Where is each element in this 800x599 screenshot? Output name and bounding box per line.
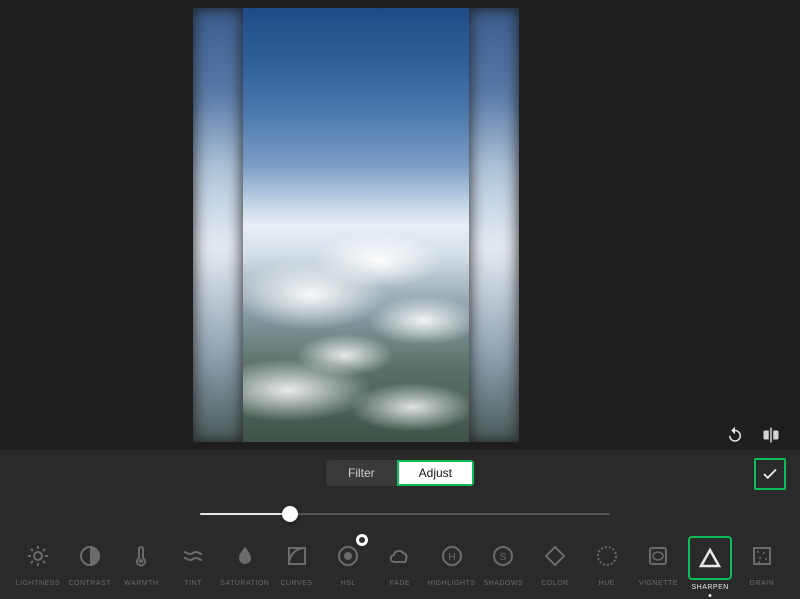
svg-text:H: H	[448, 552, 455, 563]
sun-icon	[26, 544, 50, 568]
canvas-area	[0, 8, 800, 442]
premium-badge	[356, 534, 368, 546]
adjust-label: COLOR	[541, 580, 568, 587]
waves-icon-box	[173, 536, 213, 576]
adjust-saturation[interactable]: SATURATION	[221, 536, 269, 591]
adjust-curves[interactable]: CURVES	[273, 536, 321, 591]
adjust-lightness[interactable]: LIGHTNESS	[14, 536, 62, 591]
adjust-label: SATURATION	[220, 580, 269, 587]
highlights-icon-box: H	[432, 536, 472, 576]
drop-icon-box	[225, 536, 265, 576]
adjust-warmth[interactable]: WARMTH	[117, 536, 165, 591]
diamond-icon	[543, 544, 567, 568]
adjust-sharpen[interactable]: SHARPEN	[686, 536, 734, 591]
adjust-label: HIGHLIGHTS	[428, 580, 476, 587]
adjust-label: FADE	[390, 580, 410, 587]
adjust-label: TINT	[184, 580, 202, 587]
adjust-label: LIGHTNESS	[16, 580, 60, 587]
adjust-tint[interactable]: TINT	[169, 536, 217, 591]
adjustment-slider[interactable]	[200, 504, 610, 524]
undo-button[interactable]	[724, 424, 746, 446]
compare-icon	[762, 426, 780, 444]
diamond-icon-box	[535, 536, 575, 576]
adjust-shadows[interactable]: S SHADOWS	[479, 536, 527, 591]
adjust-label: GRAIN	[750, 580, 775, 587]
image-preview[interactable]	[193, 8, 519, 442]
adjust-label: CURVES	[280, 580, 312, 587]
vignette-icon-box	[638, 536, 678, 576]
highlights-icon: H	[440, 544, 464, 568]
shadows-icon-box: S	[483, 536, 523, 576]
adjustment-tool-row: LIGHTNESS CONTRAST WARMTH TINT SATURATION CUR…	[0, 536, 800, 591]
grain-icon-box	[742, 536, 782, 576]
curves-icon	[285, 544, 309, 568]
photo-content	[243, 8, 469, 442]
hue-icon-box	[587, 536, 627, 576]
adjust-contrast[interactable]: CONTRAST	[66, 536, 114, 591]
adjust-hsl[interactable]: HSL	[324, 536, 372, 591]
check-icon	[761, 465, 779, 483]
sun-icon-box	[18, 536, 58, 576]
adjust-label: HSL	[341, 580, 356, 587]
contrast-icon-box	[70, 536, 110, 576]
grain-icon	[750, 544, 774, 568]
adjust-label: CONTRAST	[68, 580, 111, 587]
triangle-icon	[698, 546, 722, 570]
cloud-icon	[388, 544, 412, 568]
cloud-icon-box	[380, 536, 420, 576]
waves-icon	[181, 544, 205, 568]
svg-text:S: S	[500, 552, 507, 563]
hue-icon	[595, 544, 619, 568]
thermometer-icon	[129, 544, 153, 568]
adjust-vignette[interactable]: VIGNETTE	[634, 536, 682, 591]
thermometer-icon-box	[121, 536, 161, 576]
tab-adjust[interactable]: Adjust	[397, 460, 474, 486]
drop-icon	[233, 544, 257, 568]
shadows-icon: S	[491, 544, 515, 568]
undo-icon	[726, 426, 744, 444]
adjust-highlights[interactable]: H HIGHLIGHTS	[428, 536, 476, 591]
adjust-label: SHADOWS	[483, 580, 523, 587]
vignette-icon	[646, 544, 670, 568]
canvas-tools	[724, 424, 782, 446]
adjust-grain[interactable]: GRAIN	[738, 536, 786, 591]
adjust-hue[interactable]: HUE	[583, 536, 631, 591]
adjust-label: HUE	[599, 580, 615, 587]
slider-knob[interactable]	[282, 506, 298, 522]
adjust-color[interactable]: COLOR	[531, 536, 579, 591]
adjust-label: VIGNETTE	[639, 580, 678, 587]
tab-filter[interactable]: Filter	[326, 460, 397, 486]
triangle-icon-box	[688, 536, 732, 580]
hsl-icon	[336, 544, 360, 568]
bottom-panel: Filter Adjust LIGHTNESS CONTRAST WARMTH TIN…	[0, 450, 800, 599]
hsl-icon-box	[328, 536, 368, 576]
curves-icon-box	[277, 536, 317, 576]
adjust-fade[interactable]: FADE	[376, 536, 424, 591]
slider-fill	[200, 513, 290, 515]
mode-tabs: Filter Adjust	[326, 460, 474, 486]
confirm-button[interactable]	[754, 458, 786, 490]
contrast-icon	[78, 544, 102, 568]
photo-editor-app: Filter Adjust LIGHTNESS CONTRAST WARMTH TIN…	[0, 0, 800, 599]
compare-button[interactable]	[760, 424, 782, 446]
adjust-label: SHARPEN	[691, 584, 728, 591]
adjust-label: WARMTH	[124, 580, 158, 587]
